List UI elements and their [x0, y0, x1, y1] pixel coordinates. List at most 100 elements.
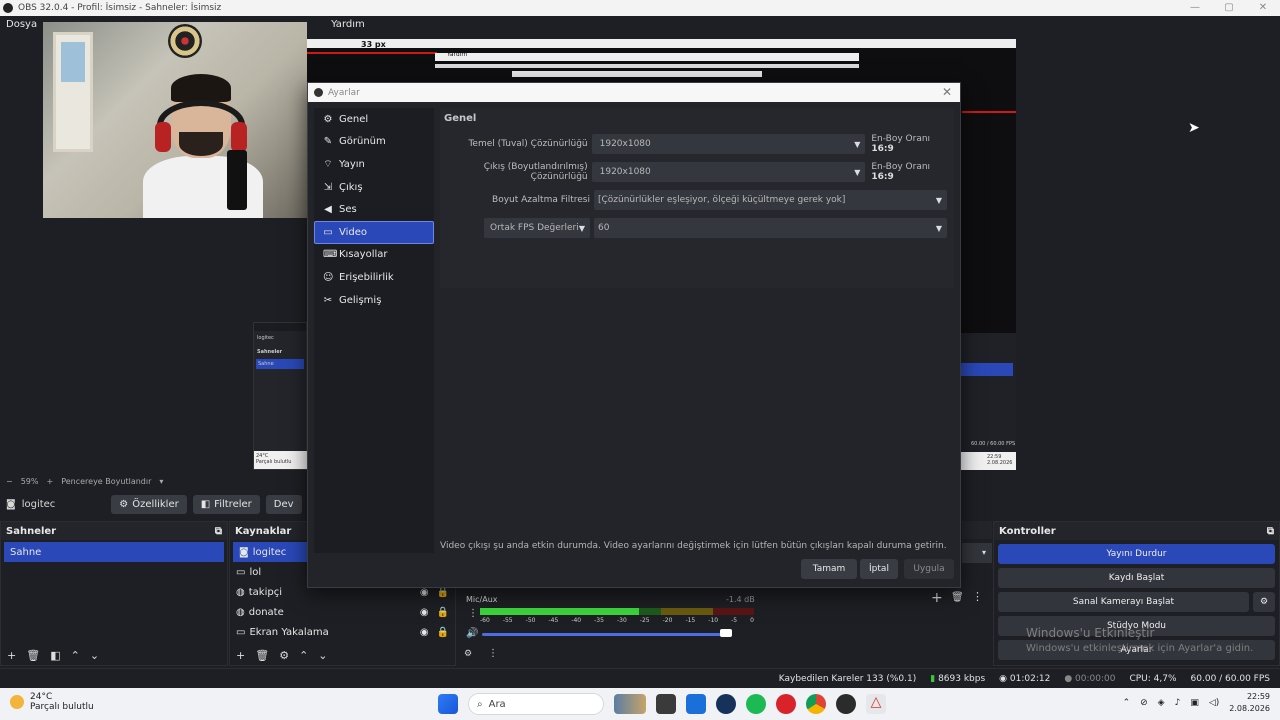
add-scene-button[interactable]: + — [7, 649, 16, 662]
scene-filters-button[interactable]: ◧ — [50, 649, 60, 662]
microphone-icon[interactable]: ♪ — [1175, 698, 1181, 708]
virtual-camera-settings-button[interactable]: ⚙ — [1253, 592, 1275, 612]
mixer-db-value: -1.4 dB — [726, 595, 755, 604]
transition-options-icon[interactable]: ⋮ — [972, 590, 983, 603]
cancel-button[interactable]: İptal — [860, 559, 898, 579]
filters-button[interactable]: ◧ Filtreler — [192, 494, 260, 514]
close-button[interactable]: ✕ — [1246, 0, 1280, 16]
maximize-button[interactable]: ▢ — [1212, 0, 1246, 16]
speaker-icon[interactable]: 🔊 — [466, 628, 478, 639]
spotify-icon[interactable] — [746, 694, 766, 714]
chevron-down-icon[interactable]: ▾ — [159, 477, 163, 486]
nested-window — [435, 64, 859, 68]
settings-dialog: Ayarlar ✕ ⚙ Genel ✎ Görünüm ⌔ Yayın ⇲ Çıkış … — [307, 82, 961, 588]
close-icon[interactable]: ✕ — [942, 85, 952, 99]
sun-cloud-icon — [10, 695, 24, 709]
eye-icon[interactable]: ◉ — [420, 607, 429, 618]
transition-dropdown[interactable]: ▾ — [962, 543, 992, 563]
nav-item-erisebilirlik[interactable]: ☺ Erişebilirlik — [314, 266, 434, 289]
minimize-button[interactable]: — — [1178, 0, 1212, 16]
lock-icon[interactable]: 🔒 — [437, 607, 449, 618]
ok-button[interactable]: Tamam — [801, 559, 857, 579]
nav-item-ses[interactable]: ◀ Ses — [314, 198, 434, 221]
keyboard-icon: ⌨ — [323, 249, 338, 261]
volume-slider[interactable] — [482, 633, 732, 636]
chevron-up-icon[interactable]: ⌃ — [1123, 698, 1131, 708]
move-up-button[interactable]: ⌃ — [71, 649, 80, 662]
dock-float-icon[interactable]: ⧉ — [1267, 526, 1274, 537]
search-icon: ⌕ — [477, 698, 483, 710]
file-explorer-icon[interactable] — [656, 694, 676, 714]
move-down-button[interactable]: ⌄ — [90, 649, 99, 662]
start-recording-button[interactable]: Kaydı Başlat — [998, 568, 1275, 588]
weather-widget[interactable]: 24°C Parçalı bulutlu — [10, 692, 94, 712]
source-item[interactable]: ▭ Ekran Yakalama ◉ 🔒 — [230, 622, 455, 642]
obs-icon[interactable] — [836, 694, 856, 714]
advanced-audio-icon[interactable]: ⚙ — [464, 649, 472, 659]
fps-type-combo[interactable]: Ortak FPS Değerleri ▼ — [484, 218, 590, 238]
mixer-options-icon[interactable]: ⋮ — [488, 648, 498, 659]
output-resolution-combo[interactable]: 1920x1080 ▼ — [591, 162, 866, 182]
source-item[interactable]: ◍ donate ◉ 🔒 — [230, 602, 455, 622]
lock-icon[interactable]: 🔒 — [437, 587, 449, 598]
taskbar-search[interactable]: ⌕ Ara — [468, 693, 604, 715]
chevron-down-icon: ▼ — [578, 224, 585, 233]
nav-item-genel[interactable]: ⚙ Genel — [314, 108, 434, 131]
windows-start-icon[interactable] — [438, 694, 458, 714]
widgets-icon[interactable] — [614, 694, 646, 714]
monitor-icon: ▭ — [236, 566, 246, 578]
base-resolution-combo[interactable]: 1920x1080 ▼ — [591, 134, 866, 154]
nav-item-gorunum[interactable]: ✎ Görünüm — [314, 131, 434, 154]
chrome-icon[interactable] — [806, 694, 826, 714]
display-icon[interactable]: ▣ — [1190, 698, 1199, 708]
start-virtual-camera-button[interactable]: Sanal Kamerayı Başlat — [998, 592, 1249, 612]
lock-icon[interactable]: 🔒 — [437, 627, 449, 638]
scene-item[interactable]: Sahne — [4, 542, 224, 562]
fit-to-window-button[interactable]: Pencereye Boyutlandır — [61, 477, 151, 486]
nav-item-yayin[interactable]: ⌔ Yayın — [314, 153, 434, 176]
zoom-out-button[interactable]: − — [6, 477, 13, 486]
dock-float-icon[interactable]: ⧉ — [215, 526, 222, 537]
nested-window-inner — [512, 71, 762, 77]
obs-logo-icon — [3, 3, 13, 13]
adobe-icon[interactable]: △ — [866, 694, 886, 714]
move-down-button[interactable]: ⌄ — [318, 649, 327, 662]
nav-item-kisayollar[interactable]: ⌨ Kısayollar — [314, 244, 434, 267]
fps-value-combo[interactable]: 60 ▼ — [594, 218, 947, 238]
downscale-filter-combo[interactable]: [Çözünürlükler eşleşiyor, ölçeği küçültm… — [594, 190, 947, 210]
pin-icon[interactable]: ◈ — [1158, 698, 1165, 708]
eye-icon[interactable]: ◉ — [420, 587, 429, 598]
remove-source-button[interactable]: 🗑 — [255, 649, 269, 662]
accessibility-icon: ☺ — [323, 271, 334, 283]
base-resolution-label: Temel (Tuval) Çözünürlüğü — [468, 139, 588, 149]
source-properties-button[interactable]: ⚙ — [279, 649, 289, 662]
network-off-icon[interactable]: ⊘ — [1140, 698, 1148, 708]
audio-mixer: Mic/Aux -1.4 dB ⋮ -60 -55 -50 -45 -40 -35 -30-… — [458, 588, 758, 663]
nav-item-gelismis[interactable]: ✂ Gelişmiş — [314, 289, 434, 312]
nested-obs-preview-right: 60.00 / 60.00 FPS 22:59 2.08.2026 — [961, 333, 1016, 470]
clock[interactable]: 22:59 2.08.2026 — [1229, 691, 1270, 715]
move-up-button[interactable]: ⌃ — [299, 649, 308, 662]
stop-streaming-button[interactable]: Yayını Durdur — [998, 544, 1275, 564]
remove-scene-button[interactable]: 🗑 — [26, 649, 40, 662]
remove-transition-button[interactable]: 🗑 — [951, 592, 964, 603]
add-source-button[interactable]: + — [236, 649, 245, 662]
volume-slider-handle[interactable] — [720, 629, 732, 637]
zoom-in-button[interactable]: + — [46, 477, 53, 486]
nav-item-video[interactable]: ▭ Video — [314, 220, 434, 244]
steam-icon[interactable] — [716, 694, 736, 714]
properties-button[interactable]: ⚙ Özellikler — [111, 494, 187, 514]
menu-file[interactable]: Dosya — [0, 19, 43, 30]
eye-icon[interactable]: ◉ — [420, 627, 429, 638]
store-icon[interactable] — [686, 694, 706, 714]
volume-icon[interactable]: ◁) — [1209, 698, 1219, 708]
menu-help[interactable]: Yardım — [325, 19, 371, 30]
apply-button[interactable]: Uygula — [904, 559, 954, 579]
mixer-menu-icon[interactable]: ⋮ — [468, 608, 478, 619]
nav-label: Genel — [339, 113, 369, 125]
nav-item-cikis[interactable]: ⇲ Çıkış — [314, 176, 434, 199]
device-button[interactable]: Dev — [265, 494, 302, 514]
add-transition-button[interactable]: + — [931, 590, 943, 606]
app-icon[interactable] — [776, 694, 796, 714]
source-name: Ekran Yakalama — [249, 626, 329, 638]
